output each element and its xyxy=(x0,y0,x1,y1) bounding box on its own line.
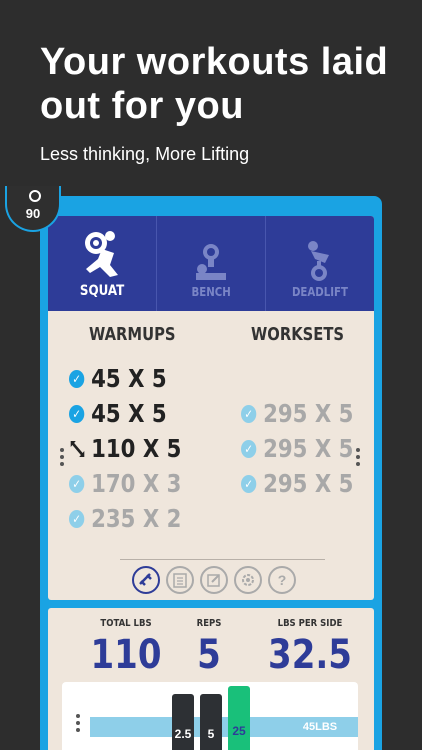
notes-icon[interactable] xyxy=(166,566,194,594)
bar-weight-label: 45LBS xyxy=(302,721,338,733)
drag-handle-bar-icon[interactable] xyxy=(76,714,80,732)
plate-25: 25 xyxy=(228,686,250,750)
settings-icon[interactable] xyxy=(234,566,262,594)
help-icon[interactable]: ? xyxy=(268,566,296,594)
deadlift-icon xyxy=(308,241,329,281)
work-set-2[interactable]: ✓ 295 X 5 xyxy=(241,434,353,463)
warmups-heading: WARMUPS xyxy=(89,324,176,345)
lbs-per-side-label: LBS PER SIDE xyxy=(277,618,343,629)
headline: Your workouts laid out for you xyxy=(40,41,389,127)
timer-value: 90 xyxy=(25,206,41,221)
check-icon: ✓ xyxy=(241,474,257,493)
plate-calculator-card: TOTAL LBS 110 REPS 5 LBS PER SIDE 32.5 2… xyxy=(48,608,374,750)
lift-selector: SQUAT BENCH DEADLIFT xyxy=(48,216,374,311)
squat-icon xyxy=(85,231,118,277)
lbs-per-side-value: 32.5 xyxy=(268,632,352,678)
tab-bench[interactable]: BENCH xyxy=(156,216,265,311)
check-icon: ✓ xyxy=(69,474,85,493)
tab-squat[interactable]: SQUAT xyxy=(48,216,156,311)
drag-handle-right-icon[interactable] xyxy=(356,448,360,466)
warmup-set-3[interactable]: 110 X 5 xyxy=(69,434,181,463)
subline: Less thinking, More Lifting xyxy=(40,144,250,164)
work-set-3[interactable]: ✓ 295 X 5 xyxy=(241,469,353,498)
total-lbs-label: TOTAL LBS xyxy=(100,618,152,629)
tab-bench-label: BENCH xyxy=(191,285,231,299)
workout-card: SQUAT BENCH DEADLIFT WARMUPS WORKSETS ✓ … xyxy=(48,216,374,600)
worksets-heading: WORKSETS xyxy=(251,324,345,345)
check-icon: ✓ xyxy=(241,404,257,423)
tab-squat-label: SQUAT xyxy=(79,283,125,299)
warmup-set-2[interactable]: ✓ 45 X 5 xyxy=(69,399,167,428)
plate-calculator-icon[interactable] xyxy=(132,566,160,594)
warmup-set-1[interactable]: ✓ 45 X 5 xyxy=(69,364,167,393)
edit-icon[interactable] xyxy=(200,566,228,594)
check-icon: ✓ xyxy=(69,404,85,423)
check-icon: ✓ xyxy=(69,369,85,388)
warmup-set-4[interactable]: ✓ 170 X 3 xyxy=(69,469,181,498)
work-set-1[interactable]: ✓ 295 X 5 xyxy=(241,399,353,428)
tab-deadlift-label: DEADLIFT xyxy=(291,285,349,299)
warmup-set-5[interactable]: ✓ 235 X 2 xyxy=(69,504,181,533)
plate-2-5: 2.5 xyxy=(172,694,194,750)
tab-deadlift[interactable]: DEADLIFT xyxy=(265,216,374,311)
reps-value: 5 xyxy=(197,632,221,678)
barbell-visual: 2.5 5 25 45LBS xyxy=(62,682,358,750)
drag-handle-left-icon[interactable] xyxy=(60,448,64,466)
resize-arrows-icon xyxy=(70,440,85,457)
toolbar: ? xyxy=(132,566,296,594)
timer-icon xyxy=(29,190,41,202)
phone-frame: SQUAT BENCH DEADLIFT WARMUPS WORKSETS ✓ … xyxy=(40,196,382,750)
plate-5: 5 xyxy=(200,694,222,750)
reps-label: REPS xyxy=(196,618,222,629)
bench-icon xyxy=(196,244,226,280)
divider xyxy=(120,559,325,560)
check-icon: ✓ xyxy=(241,439,257,458)
check-icon: ✓ xyxy=(69,509,85,528)
total-lbs-value: 110 xyxy=(90,632,162,678)
